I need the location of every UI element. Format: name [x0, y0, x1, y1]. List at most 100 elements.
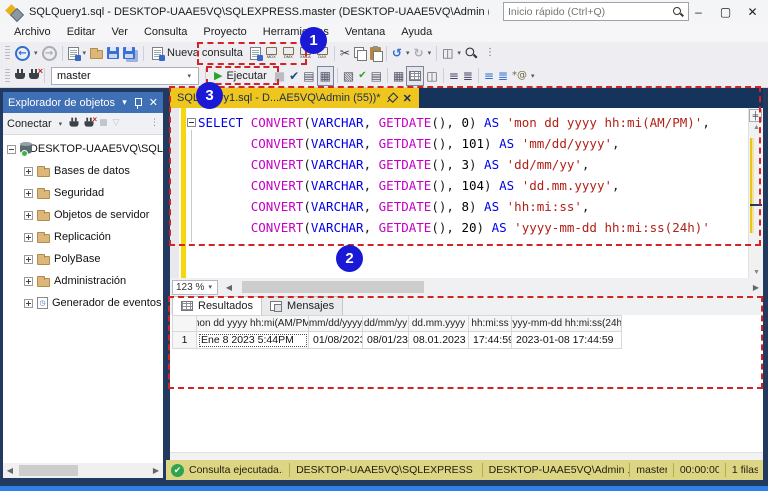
minimize-button[interactable]: –	[685, 0, 712, 23]
scroll-left-icon[interactable]: ◀	[3, 466, 17, 475]
back-dropdown-icon[interactable]	[32, 49, 40, 57]
tab-resultados[interactable]: Resultados	[172, 296, 262, 315]
tree-node-server[interactable]: DESKTOP-UAAE5VQ\SQL	[3, 138, 163, 160]
tab-close-icon[interactable]: ✕	[403, 92, 412, 105]
grid-cell[interactable]: 01/08/2023	[309, 332, 363, 349]
navigate-back-button[interactable]	[13, 43, 32, 63]
panel-menu-icon[interactable]	[122, 97, 127, 108]
tree-node-generador-de-eventos[interactable]: ◷Generador de eventos	[3, 292, 163, 314]
oe-connect-icon[interactable]	[70, 118, 79, 130]
grid-cell[interactable]: 17:44:59	[469, 332, 512, 349]
grid-column-header[interactable]: dd/mm/yy	[363, 315, 409, 332]
expander-plus-icon[interactable]	[24, 211, 33, 220]
code-area[interactable]: SELECT CONVERT(VARCHAR, GETDATE(), 0) AS…	[198, 112, 710, 238]
paste-icon[interactable]	[368, 43, 383, 63]
editor-scroll-right-icon[interactable]: ▶	[749, 283, 763, 292]
splitter-handle-icon[interactable]: ╪	[749, 109, 762, 122]
tree-node-seguridad[interactable]: Seguridad	[3, 182, 163, 204]
change-connection-icon[interactable]: ×	[27, 66, 41, 86]
results-grid[interactable]: mon dd yyyy hh:mi(AM/PM)mm/dd/yyyydd/mm/…	[172, 315, 763, 349]
grid-column-header[interactable]: yyyy-mm-dd hh:mi:ss(24h)	[512, 315, 622, 332]
estimated-plan-icon[interactable]	[301, 66, 316, 86]
grid-column-header[interactable]: hh:mi:ss	[469, 315, 512, 332]
grid-column-header[interactable]: mm/dd/yyyy	[309, 315, 363, 332]
connect-icon[interactable]	[13, 66, 27, 86]
menu-item-ayuda[interactable]: Ayuda	[393, 23, 440, 42]
menu-item-ver[interactable]: Ver	[103, 23, 136, 42]
quick-launch-box[interactable]	[503, 2, 689, 21]
new-project-button[interactable]	[66, 43, 81, 63]
undo-dropdown-icon[interactable]	[404, 49, 412, 57]
tab-pin-icon[interactable]	[384, 90, 400, 106]
open-file-button[interactable]	[88, 43, 105, 63]
parse-icon[interactable]	[287, 66, 301, 86]
grid-column-header[interactable]: dd.mm.yyyy	[409, 315, 469, 332]
database-engine-query-icon[interactable]	[248, 43, 263, 63]
oe-disconnect-icon[interactable]: ×	[85, 118, 94, 130]
results-to-file-icon[interactable]	[424, 66, 439, 86]
tree-node-objetos-de-servidor[interactable]: Objetos de servidor	[3, 204, 163, 226]
menu-item-editar[interactable]: Editar	[59, 23, 104, 42]
stop-icon[interactable]	[272, 66, 287, 86]
toolbar-grip-2[interactable]	[5, 69, 10, 83]
tree-node-replicación[interactable]: Replicación	[3, 226, 163, 248]
expander-plus-icon[interactable]	[24, 255, 33, 264]
new-query-button[interactable]: Nueva consulta	[147, 43, 248, 63]
outdent-icon[interactable]	[482, 66, 496, 86]
tree-node-polybase[interactable]: PolyBase	[3, 248, 163, 270]
results-to-grid-pressed-icon[interactable]	[406, 66, 424, 86]
intellisense-icon[interactable]	[356, 66, 368, 86]
undo-icon[interactable]	[390, 43, 404, 63]
results-scrollbar-strip[interactable]	[170, 452, 763, 460]
menu-item-proyecto[interactable]: Proyecto	[195, 23, 254, 42]
connect-caret-icon[interactable]	[57, 120, 65, 128]
uncomment-icon[interactable]	[461, 66, 475, 86]
oe-overflow-icon[interactable]	[150, 119, 159, 128]
oe-stop-icon[interactable]	[99, 119, 108, 128]
results-to-grid-icon[interactable]	[391, 66, 406, 86]
oe-horizontal-scrollbar[interactable]: ◀ ▶	[3, 463, 163, 478]
filter-icon[interactable]: ▽	[113, 119, 120, 128]
collapse-region-icon[interactable]	[187, 118, 196, 127]
save-button[interactable]	[105, 43, 121, 63]
grid-cell[interactable]: Ene 8 2023 5:44PM	[197, 332, 309, 349]
sqlcmd-mode-icon[interactable]: *@	[510, 66, 529, 86]
editor-vertical-scrollbar[interactable]: ╪ ▲ ▼	[748, 108, 763, 278]
dmx-query-icon[interactable]: DMX	[280, 43, 297, 63]
save-all-button[interactable]	[121, 43, 140, 63]
query-options-icon[interactable]	[341, 66, 356, 86]
quick-launch-input[interactable]	[504, 6, 672, 18]
comment-icon[interactable]	[447, 66, 461, 86]
scroll-down-icon[interactable]: ▼	[749, 269, 764, 276]
connect-menu-button[interactable]: Conectar	[7, 118, 52, 130]
grid-data-row[interactable]: 1Ene 8 2023 5:44PM01/08/202308/01/2308.0…	[172, 332, 763, 349]
toolbar2-overflow-icon[interactable]	[529, 72, 537, 80]
object-explorer-header[interactable]: Explorador de objetos ✕	[3, 92, 163, 113]
pin-icon[interactable]	[133, 97, 143, 109]
live-query-stats-icon[interactable]	[317, 66, 334, 86]
expander-plus-icon[interactable]	[24, 167, 33, 176]
grid-row-number[interactable]: 1	[172, 332, 197, 349]
indent-icon[interactable]	[496, 66, 510, 86]
zoom-level-dropdown[interactable]: 123 %	[172, 280, 218, 295]
toolbar-overflow-icon[interactable]	[483, 43, 497, 63]
activity-monitor-icon[interactable]	[440, 43, 455, 63]
panel-close-icon[interactable]: ✕	[149, 96, 158, 109]
close-button[interactable]: ✕	[739, 0, 766, 23]
grid-column-header[interactable]: mon dd yyyy hh:mi(AM/PM)	[197, 315, 309, 332]
expander-plus-icon[interactable]	[24, 233, 33, 242]
tree-node-administración[interactable]: Administración	[3, 270, 163, 292]
grid-cell[interactable]: 08.01.2023	[409, 332, 469, 349]
grid-cell[interactable]: 08/01/23	[363, 332, 409, 349]
toolbar-grip[interactable]	[5, 46, 10, 60]
execute-button[interactable]: Ejecutar	[209, 66, 272, 86]
menu-item-ventana[interactable]: Ventana	[337, 23, 393, 42]
grid-cell[interactable]: 2023-01-08 17:44:59	[512, 332, 622, 349]
find-icon[interactable]	[463, 43, 483, 63]
expander-minus-icon[interactable]	[7, 145, 16, 154]
new-dropdown-icon[interactable]	[81, 49, 89, 57]
navigate-forward-button[interactable]	[40, 43, 59, 63]
tool-dropdown-icon[interactable]	[455, 49, 463, 57]
redo-dropdown-icon[interactable]	[426, 49, 434, 57]
expander-plus-icon[interactable]	[24, 189, 33, 198]
